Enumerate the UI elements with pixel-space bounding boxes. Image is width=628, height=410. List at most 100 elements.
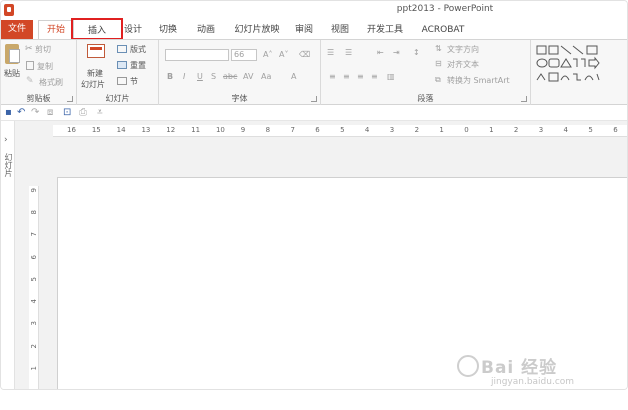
curve-shape-icon <box>560 75 570 81</box>
tab-acrobat[interactable]: ACROBAT <box>419 22 467 38</box>
bracket-shape-icon <box>596 73 600 81</box>
grow-font-icon[interactable]: A˄ <box>263 50 272 59</box>
ruler-tick-label: 5 <box>340 126 345 134</box>
ruler-tick-label: 4 <box>364 126 370 134</box>
font-size-combo[interactable]: 66 <box>231 49 257 61</box>
expand-pane-icon[interactable]: › <box>4 135 8 145</box>
new-slide-icon[interactable] <box>87 44 105 58</box>
arrow-line-shape-icon <box>572 45 584 55</box>
slides-pane-label[interactable]: 幻灯片 <box>3 153 13 177</box>
layout-icon <box>117 45 127 53</box>
ruler-tick-label: 12 <box>166 126 176 134</box>
reset-button[interactable]: 重置 <box>130 60 146 71</box>
quick-access-toolbar: ▪ ↶ ↷ ⧈ ⊡ ⎙ ⩡ <box>1 105 627 121</box>
watermark-brand: Bai 经验 <box>481 358 558 378</box>
paste-icon[interactable] <box>5 44 20 64</box>
paste-button[interactable]: 粘贴 <box>4 68 20 79</box>
bold-icon[interactable]: B <box>167 72 173 81</box>
line-spacing-icon[interactable]: ↕ <box>413 48 420 57</box>
tab-file[interactable]: 文件 <box>1 20 33 39</box>
new-slide-label-line2[interactable]: 幻灯片 <box>81 79 105 90</box>
shrink-font-icon[interactable]: A˅ <box>279 50 288 59</box>
italic-icon[interactable]: I <box>183 72 185 81</box>
ruler-tick-label: 6 <box>613 126 618 134</box>
print-preview-icon[interactable]: ⎙ <box>79 107 87 119</box>
powerpoint-window: ppt2013 - PowerPoint 文件 开始 插入 设计 切换 动画 幻… <box>0 0 628 390</box>
undo-icon[interactable]: ↶ <box>17 107 25 119</box>
section-button[interactable]: 节 <box>130 76 138 87</box>
tab-review[interactable]: 审阅 <box>291 22 317 38</box>
rounded-rect-shape-icon <box>548 58 560 68</box>
clipboard-launcher-icon[interactable] <box>67 96 73 102</box>
ruler-tick-label: 3 <box>389 126 395 134</box>
clear-format-icon[interactable]: ⌫ <box>299 50 310 59</box>
shadow-icon[interactable]: S <box>211 72 216 81</box>
vertical-ruler[interactable]: 9 8 7 6 5 4 3 2 1 <box>29 186 39 389</box>
flowchart-shape-icon <box>548 72 559 82</box>
bullets-icon[interactable]: ☰ <box>327 48 334 57</box>
ruler-tick-label: 5 <box>588 126 593 134</box>
right-arrow-shape-icon <box>588 56 600 70</box>
convert-smartart-button[interactable]: 转换为 SmartArt <box>447 75 510 86</box>
vertical-ruler-tick-label: 8 <box>30 210 38 215</box>
ruler-tick-label: 2 <box>513 126 519 134</box>
start-from-beginning-icon[interactable]: ⧈ <box>47 107 53 119</box>
tab-insert[interactable]: 插入 <box>71 18 123 40</box>
paragraph-launcher-icon[interactable] <box>521 96 527 102</box>
shapes-gallery[interactable] <box>535 44 627 90</box>
triangle-shape-icon <box>560 58 572 68</box>
rectangle-shape-icon <box>586 45 598 55</box>
tab-animations[interactable]: 动画 <box>191 22 221 38</box>
increase-indent-icon[interactable]: ⇥ <box>393 48 400 57</box>
drawing-group <box>531 40 627 105</box>
columns-icon[interactable]: ▥ <box>387 72 395 81</box>
ruler-tick-label: 10 <box>215 126 225 134</box>
customize-qat-icon[interactable]: ⩡ <box>97 107 103 119</box>
font-name-combo[interactable] <box>165 49 229 61</box>
ruler-tick-label: 4 <box>563 126 569 134</box>
tab-home[interactable]: 开始 <box>38 20 74 39</box>
slides-group: 新建 幻灯片 版式 重置 节 幻灯片 <box>77 40 159 105</box>
tab-design[interactable]: 设计 <box>123 22 143 38</box>
font-color-icon[interactable]: A <box>291 72 296 81</box>
reset-icon <box>117 61 127 69</box>
copy-button[interactable]: 复制 <box>37 61 53 72</box>
ruler-tick-label: 13 <box>141 126 151 134</box>
cut-icon: ✂ <box>25 44 33 54</box>
align-text-icon: ⊟ <box>435 59 442 68</box>
vertical-ruler-tick-label: 4 <box>30 299 38 304</box>
align-text-button[interactable]: 对齐文本 <box>447 59 479 70</box>
underline-icon[interactable]: U <box>197 72 203 81</box>
char-spacing-icon[interactable]: AV <box>243 72 253 81</box>
format-painter-icon: ✎ <box>26 76 34 86</box>
font-size-value: 66 <box>234 50 245 59</box>
save-icon[interactable]: ▪ <box>5 107 12 119</box>
clipboard-group: 粘贴 ✂ 剪切 复制 ✎ 格式刷 剪贴板 <box>1 40 77 105</box>
align-left-icon[interactable]: ≡ <box>329 72 336 81</box>
strikethrough-icon[interactable]: abc <box>223 72 237 81</box>
align-center-icon[interactable]: ≡ <box>343 72 350 81</box>
align-right-icon[interactable]: ≡ <box>357 72 364 81</box>
justify-icon[interactable]: ≡ <box>371 72 378 81</box>
save-file-icon[interactable]: ⊡ <box>63 107 71 119</box>
tab-slideshow[interactable]: 幻灯片放映 <box>231 22 283 38</box>
vertical-textbox-shape-icon <box>548 45 559 55</box>
numbering-icon[interactable]: ☰ <box>345 48 352 57</box>
tab-transitions[interactable]: 切换 <box>154 22 182 38</box>
decrease-indent-icon[interactable]: ⇤ <box>377 48 384 57</box>
text-direction-button[interactable]: 文字方向 <box>447 44 479 55</box>
new-slide-label-line1[interactable]: 新建 <box>87 68 103 79</box>
change-case-icon[interactable]: Aa <box>261 72 271 81</box>
horizontal-ruler[interactable]: 16 15 14 13 12 11 10 9 8 7 6 5 4 3 2 1 0 1 2 3 4 5 6 <box>53 125 627 137</box>
cut-button[interactable]: 剪切 <box>35 44 51 55</box>
layout-button[interactable]: 版式 <box>130 44 146 55</box>
format-painter-button[interactable]: 格式刷 <box>39 77 63 88</box>
tab-view[interactable]: 视图 <box>327 22 353 38</box>
tab-developer[interactable]: 开发工具 <box>363 22 407 38</box>
ruler-tick-label: 0 <box>464 126 469 134</box>
redo-icon[interactable]: ↷ <box>31 107 39 119</box>
copy-icon <box>26 61 34 70</box>
paragraph-group: ☰ ☰ ⇤ ⇥ ↕ ≡ ≡ ≡ ≡ ▥ ⇅ 文字方向 ⊟ 对齐文本 ⧉ 转换为 … <box>321 40 531 105</box>
font-launcher-icon[interactable] <box>311 96 317 102</box>
ruler-tick-label: 1 <box>439 126 444 134</box>
